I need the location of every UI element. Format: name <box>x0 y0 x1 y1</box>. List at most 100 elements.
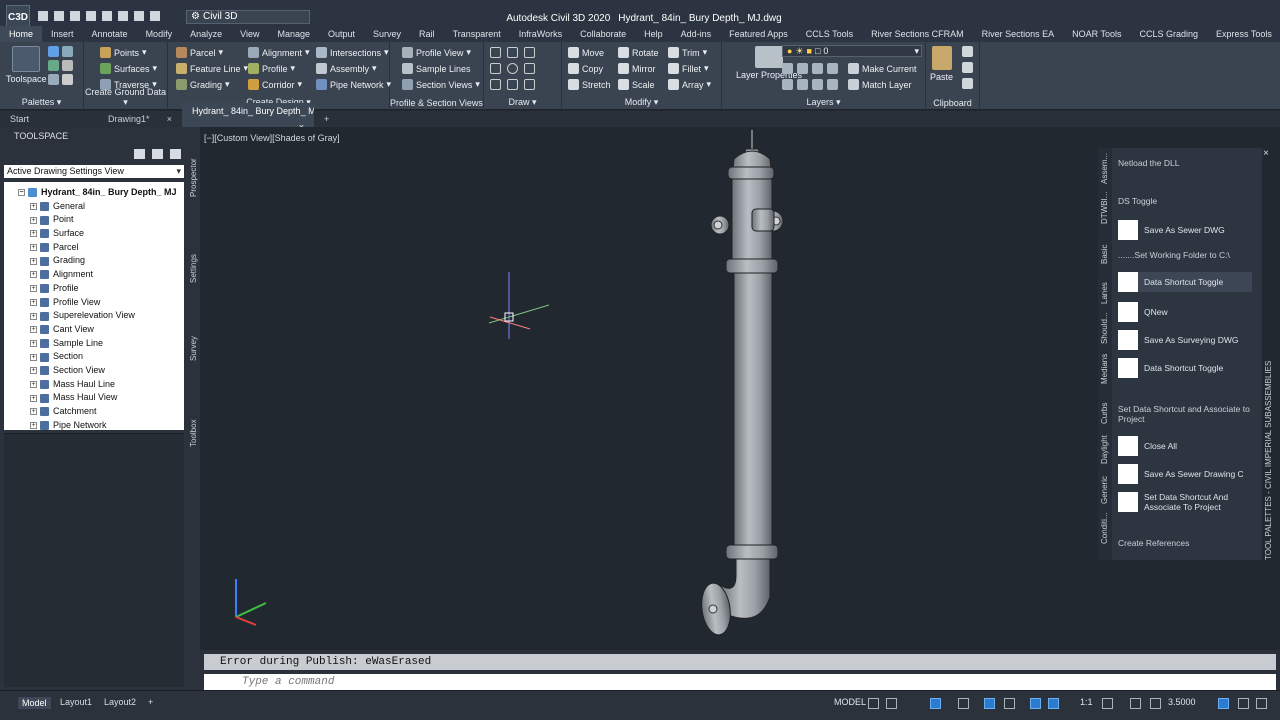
expand-icon[interactable]: + <box>30 216 37 224</box>
expand-icon[interactable]: + <box>30 353 37 361</box>
tree-node-mass-haul-view[interactable]: + Mass Haul View <box>4 391 184 405</box>
create-ground-data-label[interactable]: Create Ground Data ▾ <box>84 87 167 108</box>
tree-node-grading[interactable]: + Grading <box>4 254 184 268</box>
stretch-button[interactable]: Stretch <box>568 79 611 90</box>
hatch-icon[interactable] <box>490 79 501 90</box>
side-tab-survey[interactable]: Survey <box>189 336 198 361</box>
palette-icon[interactable] <box>48 60 59 71</box>
snap-icon[interactable] <box>886 698 897 709</box>
workspace-gear-icon[interactable] <box>1102 698 1113 709</box>
tree-root[interactable]: − Hydrant_ 84in_ Bury Depth_ MJ <box>4 186 184 200</box>
make-current-button[interactable]: Make Current <box>848 63 917 74</box>
palette-tool[interactable]: Save As Surveying DWG <box>1118 330 1252 350</box>
expand-icon[interactable]: + <box>30 271 37 279</box>
ribbon-tab-modify[interactable]: Modify <box>137 26 182 42</box>
close-icon[interactable]: × <box>1263 148 1269 159</box>
mirror-button[interactable]: Mirror <box>618 63 656 74</box>
layer-tool-icon[interactable] <box>797 79 808 90</box>
zoom-value[interactable]: 3.5000 <box>1168 697 1196 707</box>
arc-icon[interactable] <box>524 47 535 58</box>
plus-icon[interactable] <box>1130 698 1141 709</box>
ribbon-tab-noar-tools[interactable]: NOAR Tools <box>1063 26 1130 42</box>
autoscale-icon[interactable] <box>1048 698 1059 709</box>
palette-tab-4[interactable]: Should... <box>1100 312 1109 344</box>
copy-button[interactable]: Copy <box>568 63 603 74</box>
cut-icon[interactable] <box>962 46 973 57</box>
parcel-button[interactable]: Parcel ▾ <box>176 47 223 58</box>
ribbon-tab-home[interactable]: Home <box>0 26 43 42</box>
grading-button[interactable]: Grading ▾ <box>176 79 230 90</box>
palette-tool[interactable]: Data Shortcut Toggle <box>1118 358 1252 378</box>
tree-node-general[interactable]: + General <box>4 200 184 214</box>
expand-icon[interactable]: + <box>30 230 37 238</box>
tree-node-catchment[interactable]: + Catchment <box>4 405 184 419</box>
palette-tool[interactable]: Close All <box>1118 436 1252 456</box>
annotation-visibility-icon[interactable] <box>1030 698 1041 709</box>
match-properties-icon[interactable] <box>962 78 973 89</box>
assembly-button[interactable]: Assembly ▾ <box>316 63 377 74</box>
close-icon[interactable]: × <box>167 111 172 127</box>
expand-icon[interactable]: + <box>30 326 37 334</box>
layer-tool-icon[interactable] <box>782 79 793 90</box>
toolspace-button[interactable]: Toolspace <box>6 46 47 84</box>
expand-icon[interactable]: + <box>30 285 37 293</box>
model-space-toggle[interactable]: MODEL <box>834 697 866 707</box>
tree-node-alignment[interactable]: + Alignment <box>4 268 184 282</box>
pipe-network-button[interactable]: Pipe Network ▾ <box>316 79 391 90</box>
layer-tool-icon[interactable] <box>812 79 823 90</box>
spline-icon[interactable] <box>490 63 501 74</box>
palette-icon[interactable] <box>48 46 59 57</box>
layer-tool-icon[interactable] <box>827 79 838 90</box>
ribbon-tab-ccls-tools[interactable]: CCLS Tools <box>797 26 862 42</box>
layout-tab-layout2[interactable]: Layout2 <box>104 697 136 707</box>
collapse-icon[interactable]: − <box>18 189 25 197</box>
palette-tab-9[interactable]: Conditi... <box>1100 512 1109 544</box>
ribbon-tab-annotate[interactable]: Annotate <box>83 26 137 42</box>
expand-icon[interactable]: + <box>30 339 37 347</box>
ribbon-tab-express-tools[interactable]: Express Tools <box>1207 26 1280 42</box>
paste-button[interactable]: Paste <box>930 46 953 82</box>
feature-line-button[interactable]: Feature Line ▾ <box>176 63 248 74</box>
palette-tool[interactable]: Set Data Shortcut And Associate To Proje… <box>1118 492 1252 512</box>
line-icon[interactable] <box>490 47 501 58</box>
palette-tool[interactable]: QNew <box>1118 302 1252 322</box>
expand-icon[interactable]: + <box>30 408 37 416</box>
tree-node-point[interactable]: + Point <box>4 213 184 227</box>
rectangle-icon[interactable] <box>524 63 535 74</box>
layout-tab-layout1[interactable]: Layout1 <box>60 697 92 707</box>
expand-icon[interactable]: + <box>30 312 37 320</box>
palette-tab-6[interactable]: Curbs <box>1100 403 1109 424</box>
osnap-icon[interactable] <box>958 698 969 709</box>
tab-start[interactable]: Start <box>0 111 98 127</box>
modify-label[interactable]: Modify ▾ <box>562 97 721 108</box>
match-layer-button[interactable]: Match Layer <box>848 79 912 90</box>
clean-screen-icon[interactable] <box>1238 698 1249 709</box>
palette-tool[interactable]: Data Shortcut Toggle <box>1118 272 1252 292</box>
ribbon-tab-ccls-grading[interactable]: CCLS Grading <box>1131 26 1208 42</box>
side-tab-toolbox[interactable]: Toolbox <box>189 419 198 447</box>
palette-icon[interactable] <box>48 74 59 85</box>
ribbon-tab-river-sections-ea[interactable]: River Sections EA <box>973 26 1064 42</box>
profile-button[interactable]: Profile ▾ <box>248 63 295 74</box>
tree-node-mass-haul-line[interactable]: + Mass Haul Line <box>4 378 184 392</box>
panorama-icon[interactable] <box>152 149 163 159</box>
selection-cycling-icon[interactable] <box>1004 698 1015 709</box>
expand-icon[interactable]: + <box>30 380 37 388</box>
tree-node-section-view[interactable]: + Section View <box>4 364 184 378</box>
palette-tab-7[interactable]: Daylight <box>1100 435 1109 464</box>
layout-tab-model[interactable]: Model <box>18 697 51 709</box>
palette-tab-3[interactable]: Lanes <box>1100 282 1109 304</box>
section-views-button[interactable]: Section Views ▾ <box>402 79 480 90</box>
palettes-panel-label[interactable]: Palettes ▾ <box>0 97 83 108</box>
ribbon-tab-analyze[interactable]: Analyze <box>181 26 231 42</box>
hardware-accel-icon[interactable] <box>1218 698 1229 709</box>
surfaces-button[interactable]: Surfaces ▾ <box>100 63 157 74</box>
palette-tab-8[interactable]: Generic <box>1100 476 1109 504</box>
toolspace-view-select[interactable]: Active Drawing Settings View <box>4 165 184 178</box>
ribbon-tab-river-sections-cfram[interactable]: River Sections CFRAM <box>862 26 973 42</box>
palette-tab-0[interactable]: Assem... <box>1100 153 1109 184</box>
ribbon-tab-insert[interactable]: Insert <box>42 26 83 42</box>
palette-tool[interactable]: Save As Sewer DWG <box>1118 220 1252 240</box>
ribbon-tab-infraworks[interactable]: InfraWorks <box>510 26 571 42</box>
profile-view-button[interactable]: Profile View ▾ <box>402 47 471 58</box>
